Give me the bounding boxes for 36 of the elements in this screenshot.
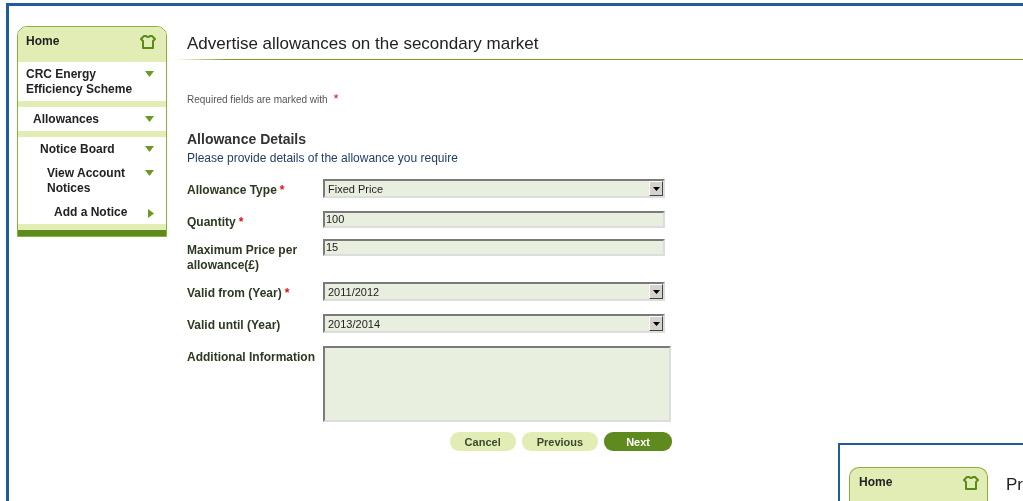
section-title: Allowance Details bbox=[187, 131, 308, 147]
nav-label: Home bbox=[26, 34, 60, 49]
field-label: Maximum Price per allowance(£) bbox=[187, 242, 299, 273]
input-field[interactable]: 100 bbox=[323, 211, 665, 228]
nav-label: View Account Notices bbox=[47, 166, 127, 196]
dropdown[interactable]: 2011/2012 bbox=[323, 282, 665, 301]
nav-label: Home bbox=[859, 475, 893, 490]
section-subtitle: Please provide details of the allowance you require bbox=[187, 151, 459, 165]
caret-down-icon bbox=[652, 186, 660, 191]
field-label: Allowance Type * bbox=[187, 182, 286, 198]
nav-label: Notice Board bbox=[40, 142, 115, 157]
field-label: Valid until (Year) bbox=[187, 317, 282, 333]
nav-label: CRC Energy Efficiency Scheme bbox=[26, 67, 134, 97]
nav-label: Add a Notice bbox=[54, 205, 128, 220]
secondary-button[interactable]: Previous bbox=[521, 432, 599, 451]
secondary-button[interactable]: Cancel bbox=[449, 432, 516, 451]
page-title: Pr bbox=[1006, 474, 1023, 495]
nav-label: Allowances bbox=[33, 112, 100, 127]
caret-down-icon bbox=[652, 321, 660, 326]
dropdown[interactable]: 2013/2014 bbox=[323, 314, 665, 333]
next-button[interactable]: Next bbox=[604, 432, 672, 451]
required-note: Required fields are marked with * bbox=[187, 91, 340, 106]
dropdown[interactable]: Fixed Price bbox=[323, 179, 665, 198]
shirt-icon bbox=[963, 475, 979, 490]
required-mark: * bbox=[279, 183, 285, 197]
caret-down-icon bbox=[652, 289, 660, 294]
field-label: Valid from (Year) * bbox=[187, 285, 291, 301]
required-mark: * bbox=[284, 286, 290, 300]
page-title: Advertise allowances on the secondary market bbox=[187, 34, 540, 54]
field-label: Additional Information bbox=[187, 349, 316, 365]
text-area[interactable] bbox=[323, 346, 671, 422]
required-mark: * bbox=[238, 215, 244, 229]
input-field[interactable]: 15 bbox=[323, 239, 665, 256]
shirt-icon bbox=[140, 34, 156, 49]
field-label: Quantity * bbox=[187, 214, 245, 230]
nav-item[interactable]: Home bbox=[849, 467, 988, 501]
